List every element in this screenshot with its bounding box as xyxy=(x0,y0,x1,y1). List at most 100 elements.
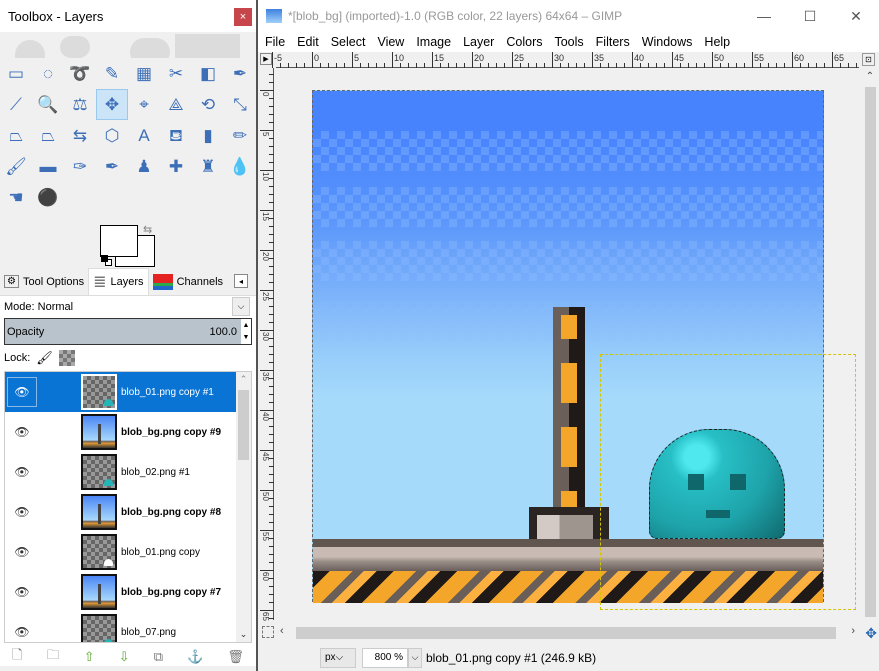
menu-colors[interactable]: Colors xyxy=(506,35,548,49)
vertical-scrollbar[interactable]: ⌃ ⌄ xyxy=(861,69,879,640)
default-colors-icon[interactable] xyxy=(101,255,108,262)
menu-view[interactable]: View xyxy=(377,35,410,49)
new-layer-button[interactable]: 🗋 xyxy=(12,646,22,668)
tab-layers[interactable]: ≣ Layers xyxy=(88,268,149,295)
tool-button[interactable]: ◧ xyxy=(192,58,224,89)
layer-name[interactable]: blob_02.png #1 xyxy=(121,467,190,478)
zoom-dropdown-button[interactable]: ⌵ xyxy=(408,647,422,668)
swap-colors-icon[interactable]: ⇆ xyxy=(143,223,152,236)
menu-layer[interactable]: Layer xyxy=(463,35,500,49)
tool-button[interactable]: ▬ xyxy=(32,151,64,182)
layer-row[interactable]: 👁 blob_02.png #1 xyxy=(5,452,251,492)
tool-button[interactable]: A xyxy=(128,120,160,151)
opacity-slider[interactable]: Opacity 100.0 ▲ ▼ xyxy=(4,318,252,345)
maximize-button[interactable]: ☐ xyxy=(787,0,833,32)
visibility-eye-icon[interactable]: 👁 xyxy=(7,377,37,407)
visibility-eye-icon[interactable]: 👁 xyxy=(7,497,37,527)
tool-button[interactable]: ⬡ xyxy=(96,120,128,151)
tool-button[interactable]: ▭ xyxy=(0,58,32,89)
scrollbar-thumb[interactable] xyxy=(238,390,249,460)
tool-button[interactable]: ▮ xyxy=(192,120,224,151)
navigate-icon[interactable]: ✥ xyxy=(865,625,877,642)
tool-button[interactable]: ⚖ xyxy=(64,89,96,120)
ruler-menu-button[interactable]: ▶ xyxy=(260,53,272,65)
layer-name[interactable]: blob_01.png copy xyxy=(121,547,200,558)
tool-button[interactable]: 🔍 xyxy=(32,89,64,120)
tool-button[interactable]: ⟲ xyxy=(192,89,224,120)
tab-menu-button[interactable]: ◂ xyxy=(234,274,248,288)
tool-button[interactable]: ⇆ xyxy=(64,120,96,151)
tool-button[interactable]: ⟋ xyxy=(0,89,32,120)
scroll-down-icon[interactable]: ⌄ xyxy=(236,629,251,640)
tool-button[interactable]: ▦ xyxy=(128,58,160,89)
tab-channels[interactable]: Channels xyxy=(149,268,227,295)
new-layer-group-button[interactable]: 🗀 xyxy=(47,646,60,668)
visibility-eye-icon[interactable]: 👁 xyxy=(7,577,37,607)
layer-name[interactable]: blob_07.png xyxy=(121,627,176,638)
tool-button[interactable]: ⤡ xyxy=(224,89,256,120)
canvas[interactable] xyxy=(276,69,859,622)
quick-mask-toggle[interactable] xyxy=(262,626,274,638)
tool-button[interactable]: ⛾ xyxy=(160,120,192,151)
tool-button[interactable]: ➰ xyxy=(64,58,96,89)
mode-row[interactable]: Mode: Normal ⌵ xyxy=(0,296,256,318)
layer-name[interactable]: blob_01.png copy #1 xyxy=(121,387,214,398)
horizontal-ruler[interactable]: -5 0 5 10 15 20 25 30 35 40 45 50 55 60 65 xyxy=(272,52,859,68)
layer-name[interactable]: blob_bg.png copy #8 xyxy=(121,507,221,518)
foreground-color[interactable] xyxy=(100,225,138,257)
tool-button[interactable]: ✥ xyxy=(96,89,128,120)
lock-pixels-icon[interactable]: 🖌 xyxy=(36,350,53,366)
layer-name[interactable]: blob_bg.png copy #7 xyxy=(121,587,221,598)
visibility-eye-icon[interactable]: 👁 xyxy=(7,537,37,567)
scrollbar-thumb[interactable] xyxy=(296,627,836,639)
tool-button[interactable]: ☚ xyxy=(0,182,32,213)
tool-button[interactable]: ⚫ xyxy=(32,182,64,213)
tab-tool-options[interactable]: ⚙ Tool Options xyxy=(0,268,88,295)
tool-button[interactable]: ⏢ xyxy=(0,120,32,151)
menu-file[interactable]: File xyxy=(265,35,291,49)
delete-layer-button[interactable]: 🗑 xyxy=(227,649,244,665)
lower-layer-button[interactable]: ⇩ xyxy=(119,649,130,665)
scroll-up-icon[interactable]: ⌃ xyxy=(236,374,251,385)
tool-button[interactable]: ♟ xyxy=(128,151,160,182)
visibility-eye-icon[interactable]: 👁 xyxy=(7,457,37,487)
toolbox-close-button[interactable]: × xyxy=(234,8,252,26)
duplicate-layer-button[interactable]: ⧉ xyxy=(154,649,163,665)
tool-button[interactable]: ◌ xyxy=(32,58,64,89)
unit-select[interactable]: px ⌵ xyxy=(320,647,356,668)
opacity-spinner[interactable]: ▲ ▼ xyxy=(241,319,251,344)
vertical-ruler[interactable]: 0 5 10 15 20 25 30 35 40 45 50 55 60 65 xyxy=(260,68,274,621)
tool-button[interactable]: ✚ xyxy=(160,151,192,182)
scrollbar-thumb[interactable] xyxy=(865,87,876,617)
layer-row[interactable]: 👁 blob_07.png xyxy=(5,612,251,642)
layer-row[interactable]: 👁 blob_01.png copy xyxy=(5,532,251,572)
minimize-button[interactable]: — xyxy=(741,0,787,32)
lock-alpha-icon[interactable] xyxy=(58,350,75,366)
raise-layer-button[interactable]: ⇧ xyxy=(84,649,95,665)
layer-row[interactable]: 👁 blob_bg.png copy #7 xyxy=(5,572,251,612)
scroll-left-icon[interactable]: ‹ xyxy=(280,625,284,637)
tool-button[interactable]: 💧 xyxy=(224,151,256,182)
layer-list-scrollbar[interactable]: ⌃ ⌄ xyxy=(236,372,251,642)
menu-select[interactable]: Select xyxy=(331,35,372,49)
close-button[interactable]: ✕ xyxy=(833,0,879,32)
menu-windows[interactable]: Windows xyxy=(642,35,699,49)
horizontal-scrollbar[interactable]: ‹ › xyxy=(276,624,859,642)
menu-filters[interactable]: Filters xyxy=(596,35,636,49)
tool-button[interactable]: 🖌 xyxy=(0,151,32,182)
tool-button[interactable]: ✑ xyxy=(64,151,96,182)
layer-name[interactable]: blob_bg.png copy #9 xyxy=(121,427,221,438)
anchor-layer-button[interactable]: ⚓ xyxy=(187,649,203,665)
tool-button[interactable]: ✎ xyxy=(96,58,128,89)
zoom-input[interactable]: 800 % xyxy=(362,647,408,668)
tool-button[interactable]: ♜ xyxy=(192,151,224,182)
visibility-eye-icon[interactable]: 👁 xyxy=(7,417,37,447)
tool-button[interactable]: ⌖ xyxy=(128,89,160,120)
layer-row[interactable]: 👁 blob_01.png copy #1 xyxy=(5,372,251,412)
zoom-to-fit-icon[interactable]: ⊡ xyxy=(862,53,875,66)
tool-button[interactable]: ⏢ xyxy=(32,120,64,151)
tool-button[interactable]: ✒ xyxy=(96,151,128,182)
layer-row[interactable]: 👁 blob_bg.png copy #9 xyxy=(5,412,251,452)
mode-dropdown-button[interactable]: ⌵ xyxy=(232,297,250,316)
menu-help[interactable]: Help xyxy=(704,35,736,49)
